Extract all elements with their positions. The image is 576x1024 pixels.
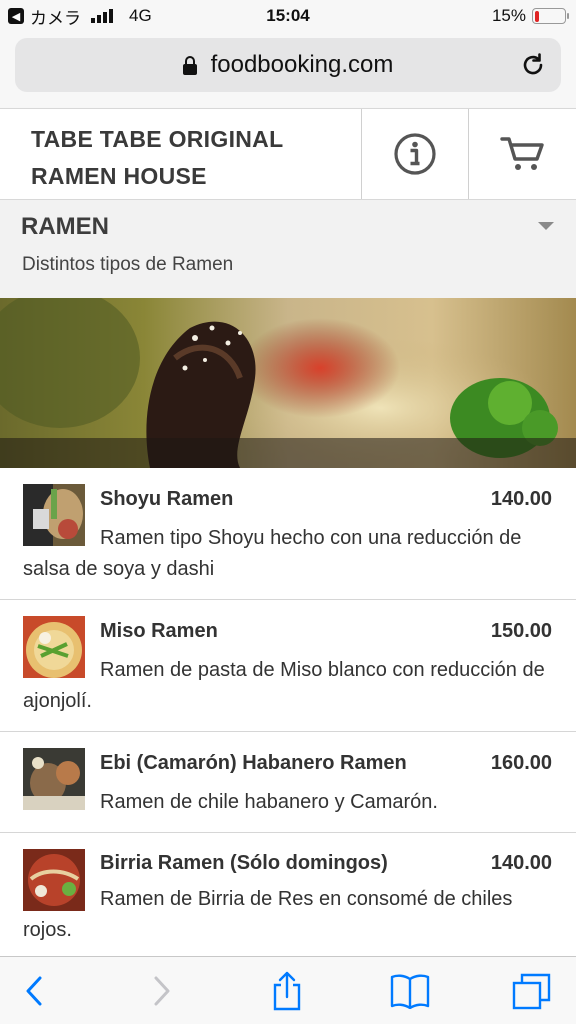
shop-name-line2: RAMEN HOUSE: [31, 163, 207, 189]
item-name: Ebi (Camarón) Habanero Ramen: [100, 752, 407, 774]
item-description: Ramen de pasta de Miso blanco con reducc…: [23, 659, 545, 712]
status-right: 15%: [491, 0, 569, 32]
item-description: Ramen de chile habanero y Camarón.: [100, 791, 438, 813]
chevron-left-icon: [26, 976, 42, 1006]
battery-percent: 15%: [491, 6, 526, 25]
address-bar[interactable]: foodbooking.com: [15, 38, 561, 92]
battery-icon: [532, 8, 569, 24]
item-price: 150.00: [490, 620, 552, 642]
lock-icon: [182, 56, 197, 75]
menu-item[interactable]: Shoyu Ramen 140.00 Ramen tipo Shoyu hech…: [0, 468, 576, 600]
tabs-icon: [512, 973, 551, 1010]
item-description: Ramen de Birria de Res en consomé de chi…: [23, 888, 513, 941]
shop-name-line1: TABE TABE ORIGINAL: [31, 126, 284, 152]
shop-name[interactable]: TABE TABE ORIGINAL RAMEN HOUSE: [0, 109, 362, 199]
category-section[interactable]: RAMEN Distintos tipos de Ramen: [0, 200, 576, 298]
forward-button[interactable]: [132, 957, 192, 1024]
info-icon: [394, 133, 436, 175]
battery-fill: [534, 10, 539, 22]
book-icon: [390, 974, 430, 1009]
item-price: 160.00: [490, 752, 552, 774]
menu-item[interactable]: Miso Ramen 150.00 Ramen de pasta de Miso…: [0, 600, 576, 732]
menu-item[interactable]: Birria Ramen (Sólo domingos) 140.00 Rame…: [0, 833, 576, 955]
tabs-button[interactable]: [502, 957, 562, 1024]
item-name: Miso Ramen: [100, 620, 218, 642]
status-bar: ◀ カメラ 4G 15:04 15%: [0, 0, 576, 32]
browser-toolbar: [0, 956, 576, 1024]
category-title: RAMEN: [21, 213, 109, 240]
clock: 15:04: [266, 6, 310, 25]
chevron-right-icon: [154, 976, 170, 1006]
item-name: Shoyu Ramen: [100, 488, 234, 510]
browser-address-area: foodbooking.com: [0, 32, 576, 108]
item-description: Ramen tipo Shoyu hecho con una reducción…: [23, 527, 522, 580]
bookmarks-button[interactable]: [380, 957, 440, 1024]
info-button[interactable]: [362, 109, 469, 199]
back-button[interactable]: [4, 957, 64, 1024]
reload-icon[interactable]: [519, 51, 547, 79]
category-description: Distintos tipos de Ramen: [22, 254, 234, 275]
url-text[interactable]: foodbooking.com: [211, 51, 394, 79]
site-header: TABE TABE ORIGINAL RAMEN HOUSE: [0, 108, 576, 200]
cart-icon: [499, 137, 544, 170]
item-price: 140.00: [490, 488, 552, 510]
share-button[interactable]: [257, 957, 317, 1024]
collapse-caret-icon[interactable]: [538, 222, 554, 230]
category-banner-image: [0, 298, 576, 468]
menu-item[interactable]: Ebi (Camarón) Habanero Ramen 160.00 Rame…: [0, 732, 576, 833]
menu-item-list: Shoyu Ramen 140.00 Ramen tipo Shoyu hech…: [0, 468, 576, 955]
cart-button[interactable]: [469, 109, 576, 199]
share-icon: [273, 971, 301, 1011]
item-name: Birria Ramen (Sólo domingos): [100, 852, 388, 874]
item-price: 140.00: [490, 852, 552, 874]
